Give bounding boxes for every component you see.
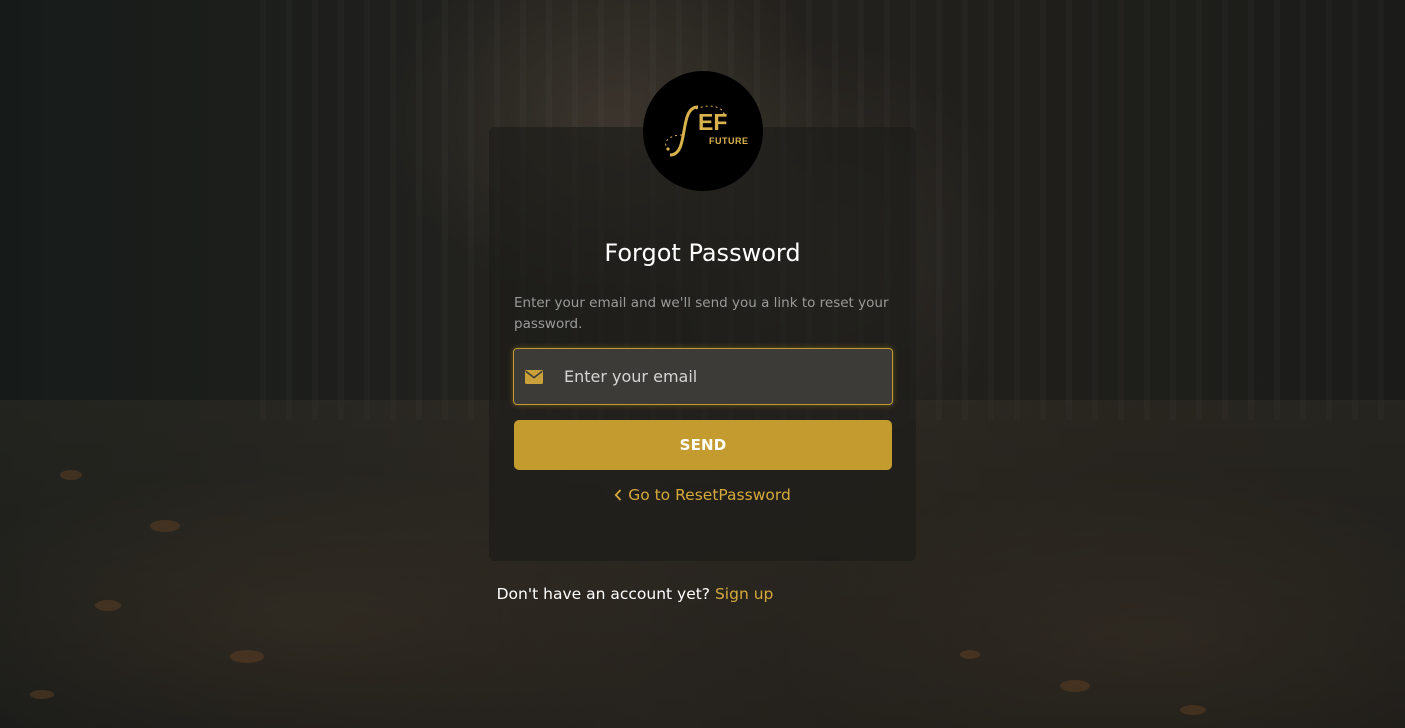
signup-prompt: Don't have an account yet?: [496, 585, 715, 603]
chevron-left-icon: [614, 489, 622, 501]
back-link-label: Go to ResetPassword: [628, 486, 791, 504]
email-input[interactable]: [564, 356, 892, 397]
email-field[interactable]: [513, 348, 893, 405]
signup-row: Don't have an account yet? Sign up: [0, 583, 1270, 605]
go-to-reset-password-link[interactable]: Go to ResetPassword: [489, 484, 916, 506]
logo-subtitle: FUTURE: [709, 136, 749, 146]
instructions-text: Enter your email and we'll send you a li…: [514, 295, 889, 332]
brand-logo: EF FUTURE: [643, 71, 763, 191]
send-button[interactable]: SEND: [514, 420, 892, 470]
envelope-icon: [525, 369, 543, 384]
forgot-password-page: EF FUTURE Forgot Password Enter your ema…: [0, 0, 1405, 728]
logo-mark: EF FUTURE: [658, 101, 748, 161]
page-title: Forgot Password: [604, 239, 801, 267]
logo-letters: EF: [698, 109, 728, 135]
sign-up-link[interactable]: Sign up: [715, 585, 773, 603]
